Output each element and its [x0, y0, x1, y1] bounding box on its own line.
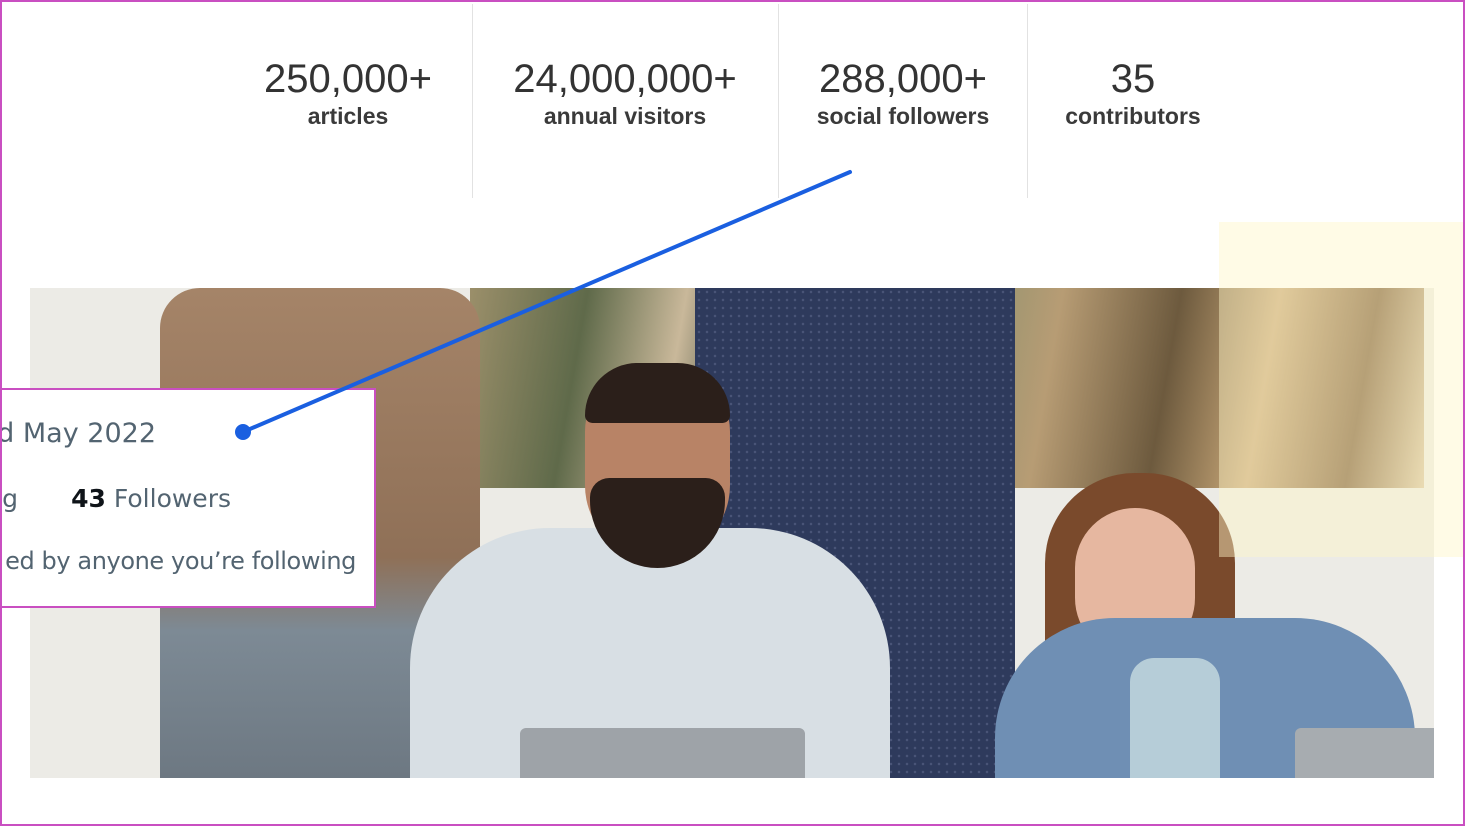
- pointer-dot-icon: [235, 424, 251, 440]
- annotation-connector: [235, 170, 852, 440]
- connector-line: [241, 170, 852, 434]
